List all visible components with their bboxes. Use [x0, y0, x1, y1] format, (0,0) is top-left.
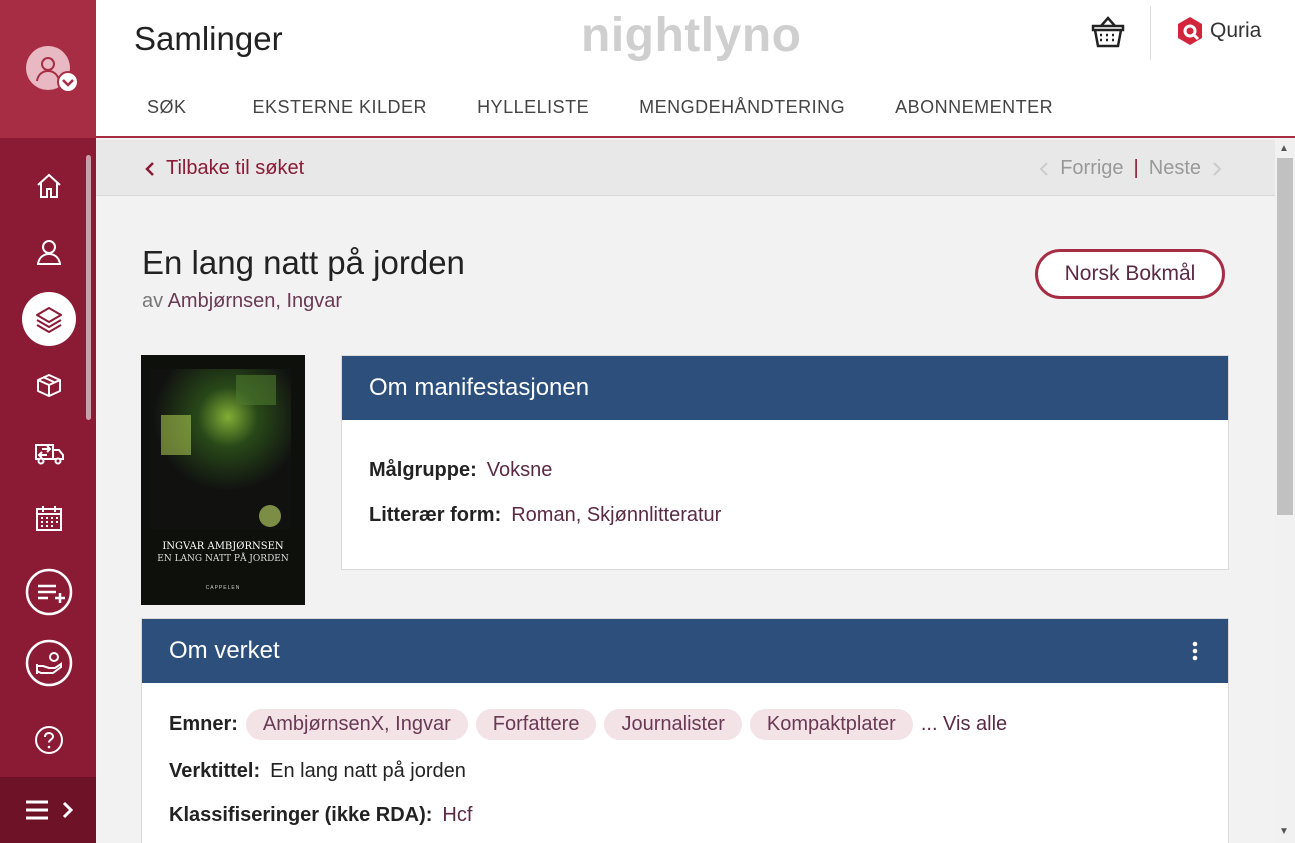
chevron-right-icon	[1213, 161, 1222, 176]
target-group-row: Målgruppe: Voksne	[369, 459, 552, 482]
top-header: Samlinger nightlyno Quria SØK EKSTERNE K…	[96, 0, 1295, 138]
tab-mengdehandtering[interactable]: MENGDEHÅNDTERING	[639, 97, 845, 118]
previous-link[interactable]: Forrige	[1060, 157, 1123, 180]
work-title-row: Verktittel: En lang natt på jorden	[169, 760, 466, 783]
quria-logo-icon	[1178, 17, 1202, 45]
transfer-truck-icon[interactable]	[22, 425, 76, 479]
classification-value[interactable]: Hcf	[442, 804, 472, 827]
chevron-down-icon[interactable]	[57, 71, 79, 93]
back-label: Tilbake til søket	[166, 157, 305, 179]
header-divider	[1150, 6, 1151, 60]
acquisition-hand-icon[interactable]	[22, 636, 76, 690]
back-to-search-link[interactable]: Tilbake til søket	[144, 157, 304, 180]
hamburger-icon	[26, 800, 74, 820]
add-list-icon[interactable]	[22, 565, 76, 619]
calendar-icon[interactable]	[22, 491, 76, 545]
cover-title: EN LANG NATT PÅ JORDEN	[157, 554, 289, 564]
help-icon[interactable]	[22, 713, 76, 767]
manifestation-card: Om manifestasjonen Målgruppe: Voksne Lit…	[341, 355, 1229, 570]
show-all-subjects-link[interactable]: ... Vis alle	[921, 713, 1007, 736]
literary-form-row: Litterær form: Roman, Skjønnlitteratur	[369, 504, 721, 527]
pager-separator: |	[1133, 157, 1139, 179]
record-title: En lang natt på jorden	[142, 244, 465, 281]
rail-user-area	[0, 0, 96, 138]
more-options-icon[interactable]	[1192, 641, 1198, 666]
scroll-up-icon[interactable]: ▲	[1279, 143, 1289, 154]
side-rail	[0, 0, 96, 843]
by-prefix: av	[142, 290, 164, 312]
tab-abonnementer[interactable]: ABONNEMENTER	[895, 97, 1053, 118]
author-link[interactable]: Ambjørnsen, Ingvar	[168, 290, 343, 312]
main-nav: SØK EKSTERNE KILDER HYLLELISTE MENGDEHÅN…	[147, 97, 1053, 118]
manifestation-heading: Om manifestasjonen	[342, 356, 1228, 420]
chevron-left-icon	[1039, 161, 1048, 176]
app: Samlinger nightlyno Quria SØK EKSTERNE K…	[0, 0, 1295, 843]
record-navigation-bar: Tilbake til søket Forrige | Neste	[96, 140, 1275, 196]
collections-icon[interactable]	[22, 292, 76, 346]
chevron-left-icon	[145, 161, 154, 176]
quria-label: Quria	[1210, 19, 1262, 42]
language-button[interactable]: Norsk Bokmål	[1035, 249, 1225, 299]
scroll-down-icon[interactable]: ▼	[1279, 826, 1289, 837]
subject-chip[interactable]: Kompaktplater	[749, 709, 913, 740]
record-byline: av Ambjørnsen, Ingvar	[142, 290, 342, 313]
home-icon[interactable]	[22, 159, 76, 213]
basket-icon[interactable]	[1090, 14, 1126, 55]
patron-icon[interactable]	[22, 225, 76, 279]
literary-form-label: Litterær form:	[369, 504, 502, 526]
subjects-label: Emner:	[169, 713, 238, 735]
page-title: Samlinger	[134, 20, 283, 57]
menu-expand-button[interactable]	[0, 777, 96, 843]
cover-publisher: CAPPELEN	[205, 585, 241, 591]
work-card: Om verket Emner: AmbjørnsenX, Ingvar For…	[141, 618, 1229, 843]
classification-label: Klassifiseringer (ikke RDA):	[169, 804, 433, 826]
literary-form-value[interactable]: Roman, Skjønnlitteratur	[511, 504, 721, 527]
subject-chip[interactable]: Journalister	[604, 709, 742, 740]
classification-row: Klassifiseringer (ikke RDA): Hcf	[169, 804, 472, 827]
quria-logo: Quria	[1176, 16, 1261, 46]
work-heading-bar: Om verket	[142, 619, 1228, 683]
target-group-value[interactable]: Voksne	[487, 459, 553, 482]
book-cover: INGVAR AMBJØRNSEN EN LANG NATT PÅ JORDEN…	[141, 355, 305, 605]
brand-logo: nightlyno	[581, 9, 802, 62]
box-icon[interactable]	[22, 358, 76, 412]
rail-scrollbar[interactable]	[86, 155, 91, 420]
subject-chip[interactable]: AmbjørnsenX, Ingvar	[245, 709, 468, 740]
target-group-label: Målgruppe:	[369, 459, 477, 481]
cover-author: INGVAR AMBJØRNSEN	[162, 541, 284, 552]
tab-hylleliste[interactable]: HYLLELISTE	[477, 97, 589, 118]
work-heading: Om verket	[169, 637, 280, 664]
subjects-row: Emner: AmbjørnsenX, Ingvar Forfattere Jo…	[169, 709, 1007, 740]
subject-chip[interactable]: Forfattere	[475, 709, 597, 740]
work-title-label: Verktittel:	[169, 760, 261, 782]
page-scrollbar-thumb[interactable]	[1277, 158, 1293, 515]
next-link[interactable]: Neste	[1149, 157, 1201, 180]
work-title-value: En lang natt på jorden	[270, 760, 466, 782]
record-pager: Forrige | Neste	[1038, 157, 1223, 180]
tab-eksterne-kilder[interactable]: EKSTERNE KILDER	[253, 97, 428, 118]
tab-sok[interactable]: SØK	[147, 97, 187, 118]
